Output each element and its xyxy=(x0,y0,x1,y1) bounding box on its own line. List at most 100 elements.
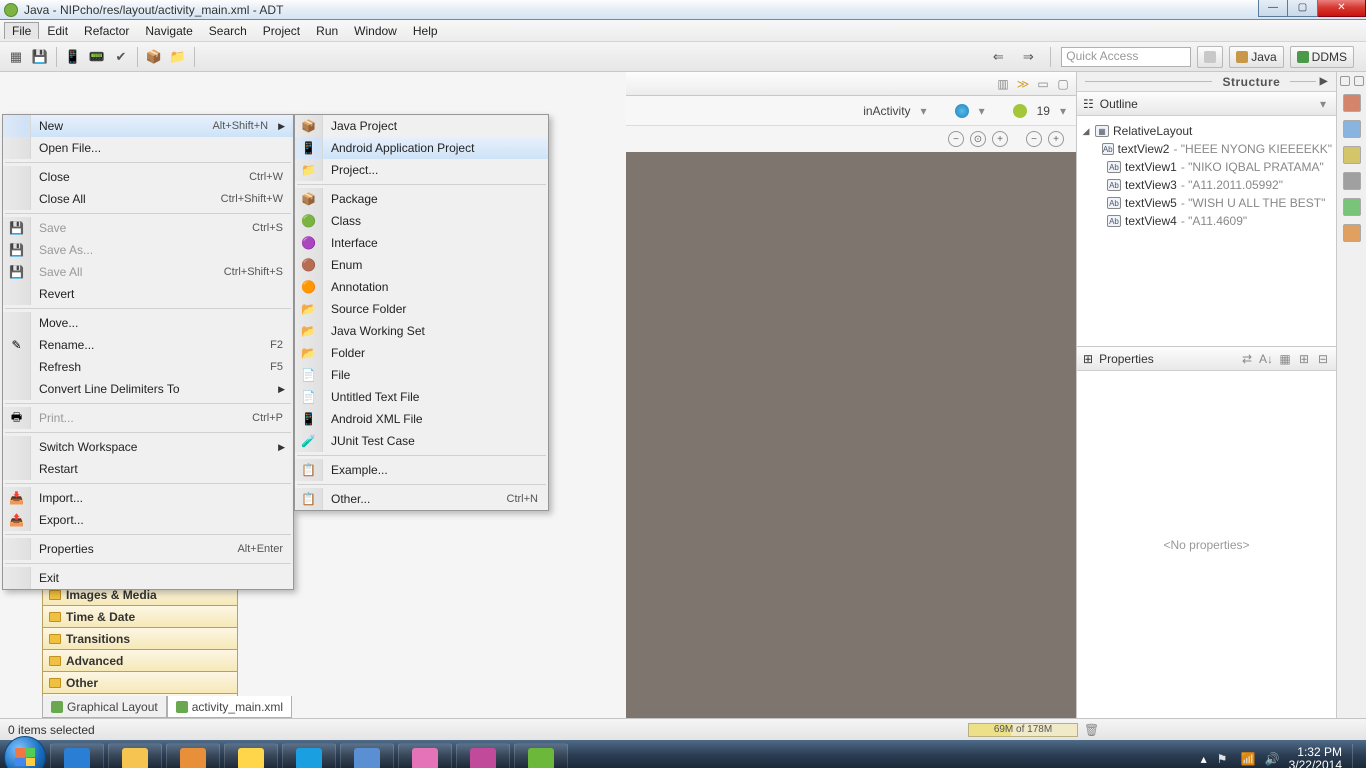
palette-group-transitions[interactable]: Transitions xyxy=(42,628,238,650)
menu-item-file[interactable]: 📄File xyxy=(295,364,548,386)
taskbar-app-0[interactable] xyxy=(50,743,104,768)
gc-trash-icon[interactable]: 🗑 xyxy=(1084,723,1098,737)
menu-item-close[interactable]: CloseCtrl+W xyxy=(3,166,293,188)
tree-node-label[interactable]: RelativeLayout xyxy=(1113,124,1192,138)
tray-flag-icon[interactable]: ⚑ xyxy=(1217,752,1231,766)
menu-item-revert[interactable]: Revert xyxy=(3,283,293,305)
trim-item-1-icon[interactable] xyxy=(1343,94,1361,112)
outline-node-textview3[interactable]: AbtextView3 - "A11.2011.05992" xyxy=(1081,176,1332,194)
menu-item-enum[interactable]: 🟤Enum xyxy=(295,254,548,276)
menu-item-refresh[interactable]: RefreshF5 xyxy=(3,356,293,378)
locale-icon[interactable] xyxy=(955,104,969,118)
minimize-icon[interactable]: ▭ xyxy=(1036,77,1050,91)
menu-item-package[interactable]: 📦Package xyxy=(295,188,548,210)
trim-item-3-icon[interactable] xyxy=(1343,146,1361,164)
outline-node-textview2[interactable]: AbtextView2 - "HEEE NYONG KIEEEEKK" xyxy=(1081,140,1332,158)
taskbar-app-1[interactable] xyxy=(108,743,162,768)
tray-clock[interactable]: 1:32 PM 3/22/2014 xyxy=(1289,746,1342,768)
trim-item-6-icon[interactable] xyxy=(1343,224,1361,242)
menu-item-open-file[interactable]: Open File... xyxy=(3,137,293,159)
taskbar-app-6[interactable] xyxy=(398,743,452,768)
trim-item-4-icon[interactable] xyxy=(1343,172,1361,190)
palette-group-other[interactable]: Other xyxy=(42,672,238,694)
editor-more-icon[interactable]: ≫ xyxy=(1016,77,1030,91)
props-tool-1-icon[interactable]: ⇄ xyxy=(1240,352,1254,366)
palette-group-advanced[interactable]: Advanced xyxy=(42,650,238,672)
menu-item-move[interactable]: Move... xyxy=(3,312,293,334)
activity-selector[interactable]: inActivity xyxy=(863,104,910,118)
tray-show-hidden-icon[interactable]: ▴ xyxy=(1201,752,1207,766)
nav-back-button[interactable]: ⇐ xyxy=(987,46,1009,68)
zoom-in-icon[interactable]: + xyxy=(992,131,1008,147)
menu-item-untitled-text-file[interactable]: 📄Untitled Text File xyxy=(295,386,548,408)
maximize-icon[interactable]: ▢ xyxy=(1056,77,1070,91)
menu-item-android-xml-file[interactable]: 📱Android XML File xyxy=(295,408,548,430)
bottom-tab-graphical-layout[interactable]: Graphical Layout xyxy=(42,696,167,718)
menu-item-other[interactable]: 📋Other...Ctrl+N xyxy=(295,488,548,510)
zoom-out-icon[interactable]: − xyxy=(948,131,964,147)
start-button[interactable] xyxy=(4,736,46,768)
trim-item-5-icon[interactable] xyxy=(1343,198,1361,216)
menu-item-restart[interactable]: Restart xyxy=(3,458,293,480)
menu-refactor[interactable]: Refactor xyxy=(76,22,137,40)
menu-search[interactable]: Search xyxy=(201,22,255,40)
menu-item-switch-workspace[interactable]: Switch Workspace▶ xyxy=(3,436,293,458)
outline-node-textview1[interactable]: AbtextView1 - "NIKO IQBAL PRATAMA" xyxy=(1081,158,1332,176)
taskbar-app-5[interactable] xyxy=(340,743,394,768)
menu-item-source-folder[interactable]: 📂Source Folder xyxy=(295,298,548,320)
props-tool-5-icon[interactable]: ⊟ xyxy=(1316,352,1330,366)
avd-button[interactable]: 📟 xyxy=(86,46,108,68)
tray-network-icon[interactable]: 📶 xyxy=(1241,752,1255,766)
quick-access-input[interactable]: Quick Access xyxy=(1061,47,1191,67)
view-menu-icon[interactable]: ▾ xyxy=(1316,97,1330,111)
menu-item-import[interactable]: 📥Import... xyxy=(3,487,293,509)
menu-item-close-all[interactable]: Close AllCtrl+Shift+W xyxy=(3,188,293,210)
chevron-right-icon[interactable]: ▶ xyxy=(1320,76,1328,87)
menu-item-class[interactable]: 🟢Class xyxy=(295,210,548,232)
show-desktop-button[interactable] xyxy=(1352,744,1360,768)
menu-item-save-all[interactable]: 💾Save AllCtrl+Shift+S xyxy=(3,261,293,283)
menu-item-print[interactable]: 🖶Print...Ctrl+P xyxy=(3,407,293,429)
save-button[interactable]: 💾 xyxy=(29,46,51,68)
menu-item-java-working-set[interactable]: 📂Java Working Set xyxy=(295,320,548,342)
android-sdk-button[interactable]: 📱 xyxy=(62,46,84,68)
api-level[interactable]: 19 xyxy=(1037,104,1050,118)
nav-forward-button[interactable]: ⇒ xyxy=(1017,46,1039,68)
menu-item-rename[interactable]: ✎Rename...F2 xyxy=(3,334,293,356)
outline-node-textview4[interactable]: AbtextView4 - "A11.4609" xyxy=(1081,212,1332,230)
menu-item-project[interactable]: 📁Project... xyxy=(295,159,548,181)
menu-item-junit-test-case[interactable]: 🧪JUnit Test Case xyxy=(295,430,548,452)
close-button[interactable]: ✕ xyxy=(1318,0,1366,17)
minimize-view-icon[interactable] xyxy=(1354,76,1364,86)
bottom-tab-activity-main-xml[interactable]: activity_main.xml xyxy=(167,696,292,718)
menu-item-annotation[interactable]: 🟠Annotation xyxy=(295,276,548,298)
menu-help[interactable]: Help xyxy=(405,22,446,40)
layout-canvas[interactable] xyxy=(626,152,1076,718)
menu-project[interactable]: Project xyxy=(255,22,308,40)
outline-tree[interactable]: ◢▦RelativeLayoutAbtextView2 - "HEEE NYON… xyxy=(1077,116,1336,346)
menu-navigate[interactable]: Navigate xyxy=(137,22,200,40)
taskbar-app-7[interactable] xyxy=(456,743,510,768)
restore-icon[interactable] xyxy=(1340,76,1350,86)
open-perspective-button[interactable] xyxy=(1197,46,1223,68)
menu-item-new[interactable]: NewAlt+Shift+N▶ xyxy=(3,115,293,137)
perspective-ddms[interactable]: DDMS xyxy=(1290,46,1354,68)
props-tool-2-icon[interactable]: A↓ xyxy=(1259,352,1273,366)
taskbar-app-2[interactable] xyxy=(166,743,220,768)
outline-node-textview5[interactable]: AbtextView5 - "WISH U ALL THE BEST" xyxy=(1081,194,1332,212)
menu-item-save-as[interactable]: 💾Save As... xyxy=(3,239,293,261)
menu-file[interactable]: File xyxy=(4,22,39,39)
tree-twisty-icon[interactable]: ◢ xyxy=(1081,126,1091,137)
new-package-button[interactable]: 📁 xyxy=(167,46,189,68)
menu-window[interactable]: Window xyxy=(346,22,405,40)
maximize-button[interactable]: ▢ xyxy=(1288,0,1318,17)
menu-item-save[interactable]: 💾SaveCtrl+S xyxy=(3,217,293,239)
menu-edit[interactable]: Edit xyxy=(39,22,76,40)
menu-item-exit[interactable]: Exit xyxy=(3,567,293,589)
zoom-reset-icon[interactable]: ⊙ xyxy=(970,131,986,147)
props-tool-4-icon[interactable]: ⊞ xyxy=(1297,352,1311,366)
taskbar-app-8[interactable] xyxy=(514,743,568,768)
minimize-button[interactable]: — xyxy=(1258,0,1288,17)
menu-item-folder[interactable]: 📂Folder xyxy=(295,342,548,364)
menu-run[interactable]: Run xyxy=(308,22,346,40)
